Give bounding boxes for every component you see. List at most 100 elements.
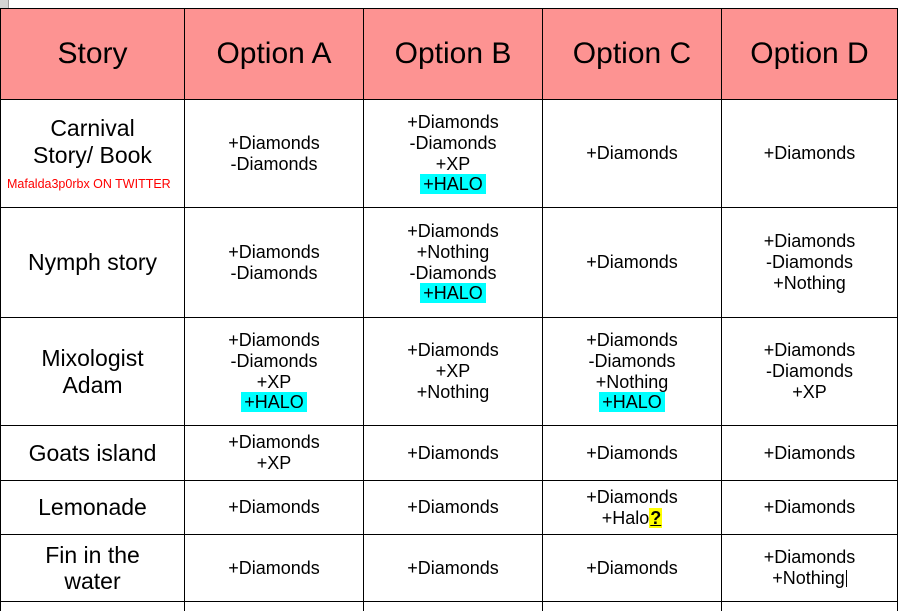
cell-mixologist-option-b[interactable]: +Diamonds +XP +Nothing [363, 317, 543, 426]
outcome-line: +Diamonds [763, 143, 856, 164]
cell-lemonade-option-b[interactable]: +Diamonds [363, 480, 543, 535]
table-row-partial [0, 601, 898, 611]
outcome-line: +Diamonds [763, 231, 856, 252]
cell-lemonade-option-d[interactable]: +Diamonds [721, 480, 898, 535]
outcome-line: +Diamonds [228, 432, 320, 453]
cell-nymph-option-c[interactable]: +Diamonds [542, 207, 722, 318]
cell-carnival-option-c[interactable]: +Diamonds [542, 99, 722, 208]
halo-label: +Halo [601, 507, 650, 528]
cell-story-goats-island[interactable]: Goats island [0, 425, 185, 481]
column-header-option-a[interactable]: Option A [184, 8, 364, 100]
cell-goats-option-c[interactable]: +Diamonds [542, 425, 722, 481]
outcome-line: +Nothing [416, 241, 490, 262]
cell-story-mixologist[interactable]: Mixologist Adam [0, 317, 185, 426]
table-row: Goats island +Diamonds +XP +Diamonds +Di… [0, 425, 898, 481]
cell-fin-option-c[interactable]: +Diamonds [542, 534, 722, 602]
outcome-line: +Diamonds [228, 557, 320, 578]
outcome-line: -Diamonds [230, 350, 318, 371]
outcome-line: -Diamonds [409, 262, 497, 283]
column-header-option-d[interactable]: Option D [721, 8, 898, 100]
outcome-line: -Diamonds [230, 153, 318, 174]
outcome-line-halo-uncertain: +Halo? [547, 507, 717, 529]
table-header-row: Story Option A Option B Option C Option … [0, 8, 898, 100]
story-title-line-1: Mixologist [41, 345, 144, 372]
cell-story-carnival[interactable]: Carnival Story/ Book Mafalda3p0rbx ON TW… [0, 99, 185, 208]
outcome-line: +Diamonds [586, 486, 678, 507]
cell-mixologist-option-a[interactable]: +Diamonds -Diamonds +XP +HALO [184, 317, 364, 426]
story-options-table: Story Option A Option B Option C Option … [0, 8, 898, 611]
outcome-line: +Diamonds [407, 557, 499, 578]
cell-mixologist-option-d[interactable]: +Diamonds -Diamonds +XP [721, 317, 898, 426]
table-row: Nymph story +Diamonds -Diamonds +Diamond… [0, 207, 898, 318]
outcome-line: +Diamonds [228, 497, 320, 518]
story-title-line-2: Story/ Book [33, 141, 152, 168]
cell-story-lemonade[interactable]: Lemonade [0, 480, 185, 535]
outcome-line-with-cursor: +Nothing [726, 568, 893, 589]
outcome-line: +Diamonds [407, 497, 499, 518]
column-header-option-c[interactable]: Option C [542, 8, 722, 100]
outcome-line-halo: +HALO [547, 392, 717, 413]
cell-carnival-option-b[interactable]: +Diamonds -Diamonds +XP +HALO [363, 99, 543, 208]
outcome-line: +XP [256, 453, 292, 473]
outcome-line: +Diamonds [407, 340, 499, 361]
table-body: Carnival Story/ Book Mafalda3p0rbx ON TW… [0, 99, 898, 611]
outcome-line: +Diamonds [586, 557, 678, 578]
cell-empty[interactable] [363, 601, 543, 611]
outcome-line: +Diamonds [228, 241, 320, 262]
table-header: Story Option A Option B Option C Option … [0, 8, 898, 100]
halo-highlight: +HALO [420, 283, 486, 304]
story-title-line-1: Lemonade [38, 494, 147, 521]
table-row: Carnival Story/ Book Mafalda3p0rbx ON TW… [0, 99, 898, 208]
cell-nymph-option-b[interactable]: +Diamonds +Nothing -Diamonds +HALO [363, 207, 543, 318]
outcome-line: +Diamonds [228, 132, 320, 153]
outcome-line: +Diamonds [763, 340, 856, 361]
outcome-line: +Diamonds [586, 252, 678, 273]
uncertain-marker: ? [649, 507, 663, 528]
outcome-line: +Diamonds [586, 143, 678, 164]
cell-mixologist-option-c[interactable]: +Diamonds -Diamonds +Nothing +HALO [542, 317, 722, 426]
outcome-line: +Diamonds [586, 442, 678, 463]
outcome-line: +Diamonds [228, 330, 320, 351]
cell-goats-option-d[interactable]: +Diamonds [721, 425, 898, 481]
cell-story-nymph[interactable]: Nymph story [0, 207, 185, 318]
column-header-story[interactable]: Story [0, 8, 185, 100]
outcome-line-halo: +HALO [368, 283, 538, 304]
outcome-line: +XP [435, 153, 471, 174]
outcome-line: +Nothing [773, 272, 846, 293]
cell-goats-option-b[interactable]: +Diamonds [363, 425, 543, 481]
halo-highlight: +HALO [420, 174, 486, 195]
outcome-line-halo: +HALO [368, 174, 538, 195]
table-row: Mixologist Adam +Diamonds -Diamonds +XP … [0, 317, 898, 426]
outcome-line: +Nothing [416, 381, 490, 402]
story-title-line-1: Fin in the [45, 541, 140, 568]
outcome-line: +XP [792, 381, 827, 402]
cell-lemonade-option-c[interactable]: +Diamonds +Halo? [542, 480, 722, 535]
cell-fin-option-d[interactable]: +Diamonds +Nothing [721, 534, 898, 602]
cell-carnival-option-d[interactable]: +Diamonds [721, 99, 898, 208]
cell-empty[interactable] [0, 601, 185, 611]
table-row: Lemonade +Diamonds +Diamonds +Diamonds +… [0, 480, 898, 535]
outcome-line: +Diamonds [763, 547, 856, 568]
cell-empty[interactable] [184, 601, 364, 611]
cell-nymph-option-a[interactable]: +Diamonds -Diamonds [184, 207, 364, 318]
story-title-line-1: Carnival [50, 115, 135, 142]
cell-goats-option-a[interactable]: +Diamonds +XP [184, 425, 364, 481]
table-row: Fin in the water +Diamonds +Diamonds +Di… [0, 534, 898, 602]
outcome-line: -Diamonds [230, 262, 318, 283]
outcome-line-halo: +HALO [189, 392, 359, 413]
cell-fin-option-b[interactable]: +Diamonds [363, 534, 543, 602]
cell-nymph-option-d[interactable]: +Diamonds -Diamonds +Nothing [721, 207, 898, 318]
cell-carnival-option-a[interactable]: +Diamonds -Diamonds [184, 99, 364, 208]
cell-fin-option-a[interactable]: +Diamonds [184, 534, 364, 602]
outcome-line: -Diamonds [588, 350, 676, 371]
story-title-line-1: Goats island [28, 439, 157, 466]
story-title-line-1: Nymph story [27, 249, 158, 276]
cell-empty[interactable] [721, 601, 898, 611]
column-header-option-b[interactable]: Option B [363, 8, 543, 100]
cell-story-fin-in-the-water[interactable]: Fin in the water [0, 534, 185, 602]
cell-empty[interactable] [542, 601, 722, 611]
cell-lemonade-option-a[interactable]: +Diamonds [184, 480, 364, 535]
halo-highlight: +HALO [599, 392, 665, 413]
outcome-line: +Diamonds [763, 442, 856, 463]
story-title-line-2: water [64, 568, 121, 594]
